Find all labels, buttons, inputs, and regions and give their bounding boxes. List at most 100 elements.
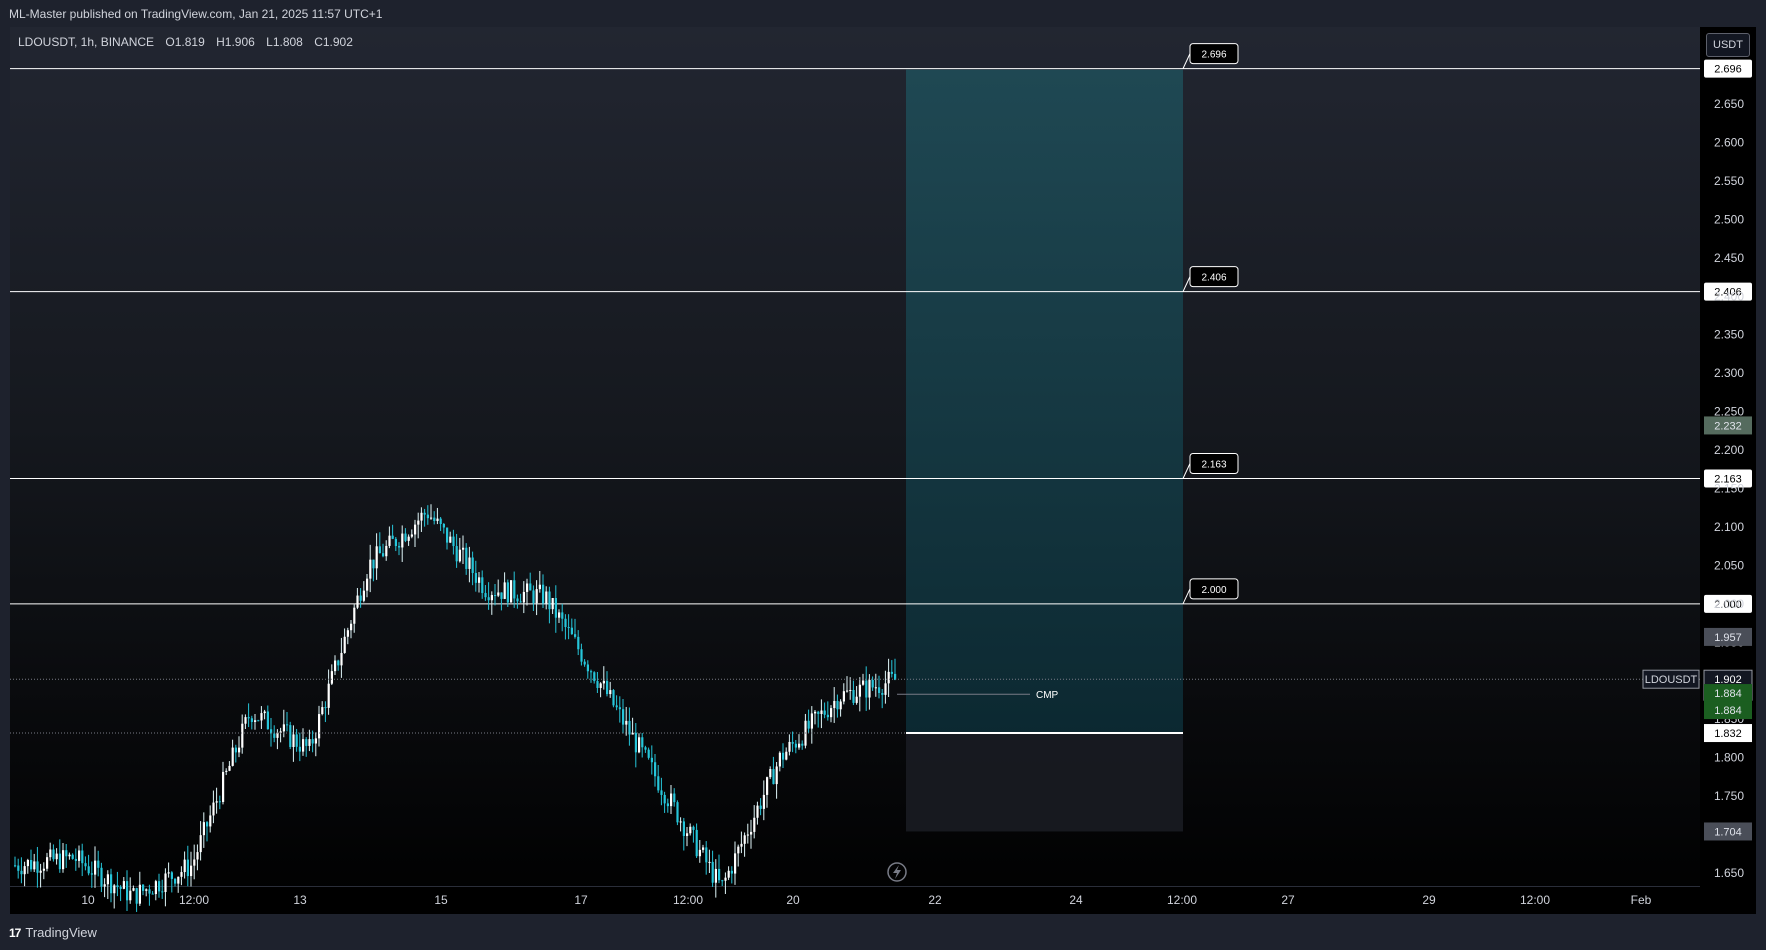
candle-body bbox=[554, 598, 557, 618]
candle-body bbox=[849, 689, 852, 691]
candle-body bbox=[618, 707, 621, 710]
candle-body bbox=[590, 671, 593, 673]
candle-body bbox=[452, 536, 455, 547]
candle-body bbox=[33, 861, 36, 870]
candle-body bbox=[87, 866, 90, 874]
candle-body bbox=[369, 559, 372, 579]
x-tick-label: 15 bbox=[434, 893, 448, 907]
candle-body bbox=[244, 717, 247, 724]
y-tick-label: 2.150 bbox=[1714, 482, 1744, 496]
candle-body bbox=[698, 849, 701, 857]
candle-body bbox=[423, 512, 426, 515]
x-tick-label: 20 bbox=[786, 893, 800, 907]
candle-body bbox=[398, 546, 401, 548]
candle-body bbox=[135, 888, 138, 904]
candle-body bbox=[71, 854, 74, 859]
candle-body bbox=[660, 790, 663, 795]
candle-body bbox=[161, 891, 164, 893]
candle-body bbox=[708, 861, 711, 863]
candle-body bbox=[183, 859, 186, 873]
x-tick-label: 22 bbox=[928, 893, 942, 907]
candle-body bbox=[199, 835, 202, 853]
candle-body bbox=[881, 692, 884, 695]
candle-body bbox=[46, 857, 49, 869]
y-tick-label: 1.800 bbox=[1714, 751, 1744, 765]
y-tick-label: 2.000 bbox=[1714, 597, 1744, 611]
candle-body bbox=[295, 734, 298, 747]
candle-body bbox=[734, 853, 737, 874]
last-price-symbol-label: LDOUSDT bbox=[1645, 674, 1698, 686]
candle-body bbox=[65, 850, 68, 857]
candle-body bbox=[17, 865, 20, 871]
candle-body bbox=[644, 747, 647, 750]
candle-body bbox=[430, 517, 433, 519]
candle-body bbox=[574, 634, 577, 637]
y-tick-label: 2.050 bbox=[1714, 558, 1744, 572]
candle-body bbox=[414, 524, 417, 535]
candle-body bbox=[324, 707, 327, 709]
candle-body bbox=[222, 771, 225, 802]
y-tick-label: 2.600 bbox=[1714, 135, 1744, 149]
candle-body bbox=[273, 733, 276, 738]
candle-body bbox=[119, 887, 122, 889]
candle-body bbox=[132, 888, 135, 891]
candle-body bbox=[522, 591, 525, 603]
candle-body bbox=[506, 582, 509, 603]
candle-body bbox=[615, 705, 618, 708]
candle-body bbox=[68, 854, 71, 857]
candle-body bbox=[532, 590, 535, 604]
candle-body bbox=[90, 873, 93, 875]
candle-body bbox=[788, 741, 791, 752]
candle-body bbox=[346, 630, 349, 637]
candle-body bbox=[798, 743, 801, 748]
candle-body bbox=[823, 710, 826, 715]
candle-body bbox=[241, 723, 244, 748]
axis-tag-label: 2.232 bbox=[1714, 420, 1742, 432]
candle-body bbox=[308, 739, 311, 746]
candle-body bbox=[855, 696, 858, 703]
candle-body bbox=[724, 877, 727, 881]
candle-body bbox=[705, 847, 708, 863]
candle-body bbox=[778, 752, 781, 767]
candle-body bbox=[759, 805, 762, 809]
candle-body bbox=[436, 518, 439, 521]
cmp-label: CMP bbox=[1036, 690, 1059, 701]
y-tick-label: 2.550 bbox=[1714, 174, 1744, 188]
candle-body bbox=[602, 680, 605, 684]
tradingview-logo[interactable]: 17 TradingView bbox=[9, 925, 97, 940]
candle-body bbox=[106, 874, 109, 885]
candle-body bbox=[433, 517, 436, 521]
candle-body bbox=[39, 870, 42, 873]
candle-body bbox=[196, 852, 199, 860]
candle-body bbox=[388, 535, 391, 546]
axis-tag-label: 1.884 bbox=[1714, 705, 1742, 717]
x-tick-label: 27 bbox=[1281, 893, 1295, 907]
target-callout-label: 2.406 bbox=[1201, 273, 1226, 284]
chart-svg: 2.6962.6962.4062.4062.1632.1632.0002.000… bbox=[10, 43, 1753, 912]
candle-body bbox=[257, 720, 260, 722]
candle-body bbox=[743, 835, 746, 844]
candle-body bbox=[14, 865, 17, 867]
lightning-icon-bolt bbox=[893, 865, 901, 879]
candle-body bbox=[641, 737, 644, 748]
candle-body bbox=[737, 846, 740, 854]
candle-body bbox=[330, 671, 333, 684]
candle-body bbox=[474, 573, 477, 583]
candle-body bbox=[318, 714, 321, 739]
candle-body bbox=[865, 680, 868, 698]
candle-body bbox=[673, 793, 676, 803]
candle-body bbox=[846, 690, 849, 692]
x-tick-label: 10 bbox=[81, 893, 95, 907]
candle-body bbox=[746, 834, 749, 836]
candle-body bbox=[142, 884, 145, 891]
candle-body bbox=[868, 679, 871, 698]
candle-body bbox=[225, 770, 228, 772]
candle-body bbox=[887, 671, 890, 684]
candle-body bbox=[100, 867, 103, 887]
candle-body bbox=[599, 683, 602, 688]
x-tick-label: 12:00 bbox=[1520, 893, 1550, 907]
candle-body bbox=[820, 710, 823, 714]
candle-body bbox=[535, 589, 538, 604]
candle-body bbox=[193, 859, 196, 866]
candle-body bbox=[711, 861, 714, 883]
